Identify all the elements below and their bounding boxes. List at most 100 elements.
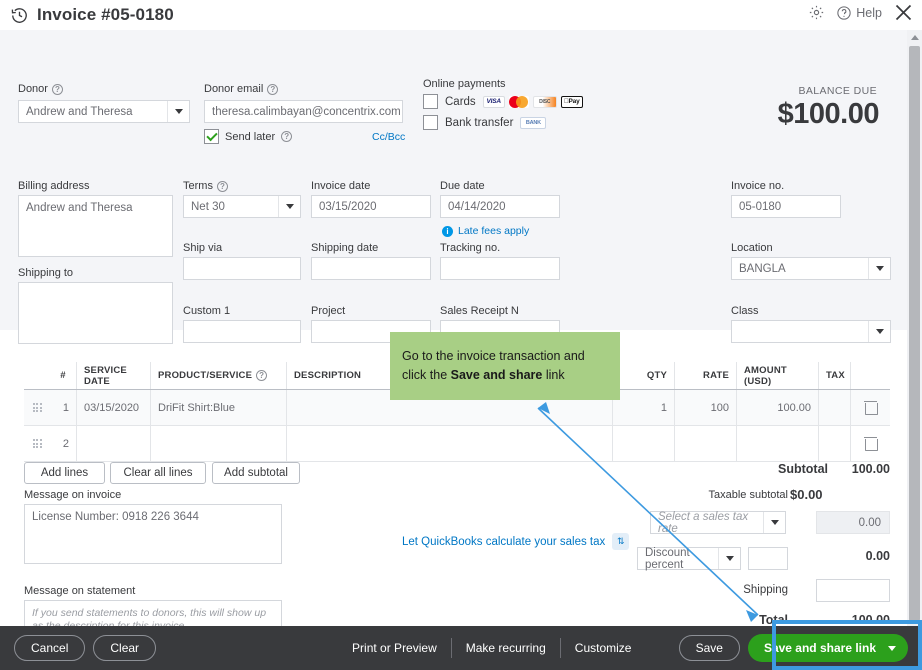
shipping-to-label: Shipping to [18,267,74,279]
row-qty[interactable]: 1 [612,390,674,425]
row-drag-handle[interactable] [24,426,50,461]
help-button[interactable]: Help [836,5,882,21]
discount-input[interactable] [748,547,788,570]
invoice-form-panel: Donor ? Andrew and Theresa Donor email ?… [0,30,907,344]
send-later-checkbox[interactable] [204,129,219,144]
add-subtotal-button[interactable]: Add subtotal [212,462,300,484]
taxable-subtotal-label: Taxable subtotal [708,489,789,501]
shipping-to-textarea[interactable] [18,282,173,344]
tracking-no-field[interactable] [440,257,560,280]
sales-tax-amount: 0.00 [816,511,890,534]
discount-value: 0.00 [865,549,890,563]
row-tax[interactable] [818,426,850,461]
donor-select[interactable]: Andrew and Theresa [18,100,190,123]
customize-button[interactable]: Customize [575,641,632,655]
chevron-down-icon[interactable] [763,512,785,533]
discount-type-select[interactable]: Discount percent [637,547,741,571]
row-rate[interactable] [674,426,736,461]
late-fees-notice[interactable]: i Late fees apply [442,225,529,237]
table-row[interactable]: 2 [24,426,890,462]
make-recurring-button[interactable]: Make recurring [466,641,546,655]
billing-address-textarea[interactable]: Andrew and Theresa [18,195,173,257]
row-number: 1 [62,401,69,414]
row-qty[interactable] [612,426,674,461]
history-clock-icon[interactable] [10,6,29,25]
add-lines-button[interactable]: Add lines [24,462,105,484]
balance-due-label: BALANCE DUE [798,85,877,97]
sales-tax-rate-select[interactable]: Select a sales tax rate [650,511,786,535]
class-label: Class [731,305,759,317]
chevron-down-icon[interactable] [278,196,300,217]
row-amount[interactable] [736,426,818,461]
subtotal-value: 100.00 [851,462,890,476]
clear-all-lines-button[interactable]: Clear all lines [110,462,206,484]
th-rate: RATE [674,362,736,389]
shipping-label: Shipping [743,584,788,596]
send-later-row[interactable]: Send later ? [204,129,293,144]
chevron-down-icon[interactable] [868,321,890,342]
help-circle-icon[interactable]: ? [281,131,293,142]
donor-email-field[interactable]: theresa.calimbayan@concentrix.com [204,100,403,123]
send-later-label: Send later [225,130,276,143]
help-circle-icon[interactable]: ? [51,83,63,95]
scrollbar-thumb[interactable] [909,46,920,621]
save-button[interactable]: Save [678,635,740,661]
help-circle-icon[interactable]: ? [256,370,268,381]
row-service-date[interactable] [76,426,150,461]
drag-grip-icon [32,403,42,412]
chevron-down-icon[interactable] [888,645,896,651]
late-fees-text: Late fees apply [458,225,530,237]
print-or-preview-button[interactable]: Print or Preview [352,641,437,655]
row-description[interactable] [286,426,612,461]
chevron-down-icon[interactable] [718,548,740,569]
invoice-date-label: Invoice date [311,180,371,192]
footer-divider [450,638,452,658]
row-tax[interactable] [818,390,850,425]
class-select[interactable] [731,320,891,343]
th-service-date: SERVICE DATE [76,362,150,389]
row-service-date[interactable]: 03/15/2020 [76,390,150,425]
row-amount[interactable]: 100.00 [736,390,818,425]
scroll-up-arrow-icon[interactable] [907,30,922,44]
quickbooks-sales-tax-link[interactable]: Let QuickBooks calculate your sales tax … [402,533,630,550]
row-delete-button[interactable] [850,390,890,425]
gear-icon[interactable] [808,4,825,21]
bank-transfer-checkbox[interactable] [423,115,438,130]
vertical-scrollbar[interactable] [907,30,922,626]
invoice-date-field[interactable]: 03/15/2020 [311,195,431,218]
shipping-input[interactable] [816,579,890,602]
location-label: Location [731,242,773,254]
row-drag-handle[interactable] [24,390,50,425]
chevron-down-icon[interactable] [868,258,890,279]
cards-checkbox[interactable] [423,94,438,109]
custom-1-label: Custom 1 [183,305,231,317]
row-product-service[interactable] [150,426,286,461]
cards-payment-row[interactable]: Cards VISA DISC Pay [423,94,583,109]
save-and-share-link-button[interactable]: Save and share link [747,634,908,662]
invoice-no-field[interactable]: 05-0180 [731,195,841,218]
row-rate[interactable]: 100 [674,390,736,425]
due-date-field[interactable]: 04/14/2020 [440,195,560,218]
close-x-icon[interactable] [893,2,914,23]
help-circle-icon[interactable]: ? [216,180,228,192]
message-on-invoice-textarea[interactable]: License Number: 0918 226 3644 [24,504,282,564]
info-icon: i [442,225,453,237]
donor-email-value: theresa.calimbayan@concentrix.com [212,105,401,118]
page-header: Invoice #05-0180 Help [0,0,922,30]
bank-transfer-row[interactable]: Bank transfer BANK [423,115,547,130]
row-number: 2 [62,437,69,450]
ship-via-field[interactable] [183,257,301,280]
row-delete-button[interactable] [850,426,890,461]
location-select[interactable]: BANGLA [731,257,891,280]
shipping-date-field[interactable] [311,257,431,280]
terms-select[interactable]: Net 30 [183,195,301,218]
row-product-service[interactable]: DriFit Shirt:Blue [150,390,286,425]
chevron-down-icon[interactable] [167,101,189,122]
header-controls: Help [808,2,914,23]
help-circle-icon[interactable]: ? [267,83,279,95]
drag-grip-icon [32,439,42,448]
cancel-button[interactable]: Cancel [14,635,86,661]
custom-1-field[interactable] [183,320,301,343]
cc-bcc-link[interactable]: Cc/Bcc [372,131,405,143]
clear-button[interactable]: Clear [93,635,157,661]
